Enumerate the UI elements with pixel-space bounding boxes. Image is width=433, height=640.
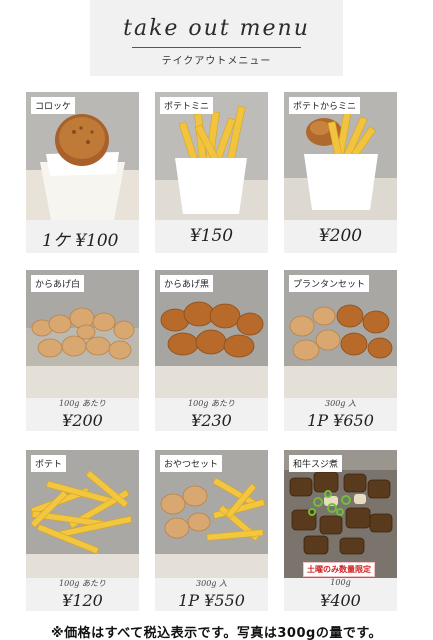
item-label: プランタンセット — [289, 275, 370, 292]
menu-title-kana: テイクアウトメニュー — [161, 56, 272, 67]
item-price: ¥200 — [318, 226, 363, 246]
title-underline — [132, 47, 301, 48]
item-price: ¥120 — [62, 591, 103, 610]
menu-title-script: take out menu — [123, 16, 310, 41]
item-label: ポテトからミニ — [289, 97, 361, 114]
item-note: 100g あたり — [59, 399, 106, 408]
item-note: 100g — [330, 578, 351, 587]
menu-card-oyatsu-set[interactable]: おやつセット 300g 入 1P ¥550 — [155, 450, 268, 611]
menu-header: take out menu テイクアウトメニュー — [90, 0, 343, 76]
menu-card-wagyu-suji[interactable]: 和牛スジ煮 土曜のみ数量限定 100g ¥400 — [284, 450, 397, 611]
menu-card-potato[interactable]: ポテト 100g あたり ¥120 — [26, 450, 139, 611]
tax-photo-disclaimer: ※価格はすべて税込表示です。写真は300gの量です。 — [50, 626, 383, 640]
item-note: 100g あたり — [59, 579, 106, 588]
item-label: コロッケ — [31, 97, 76, 114]
limited-badge: 土曜のみ数量限定 — [303, 562, 375, 577]
item-price: 1P ¥650 — [307, 411, 374, 430]
item-label: おやつセット — [160, 455, 223, 472]
menu-card-croquette[interactable]: コロッケ 1ケ ¥100 — [26, 92, 139, 253]
item-price: 1P ¥550 — [178, 591, 245, 610]
item-price: ¥150 — [189, 226, 234, 246]
item-label: ポテトミニ — [160, 97, 214, 114]
menu-card-potato-karaage-mini[interactable]: ポテトからミニ ¥200 — [284, 92, 397, 253]
item-label: からあげ白 — [31, 275, 85, 292]
item-label: 和牛スジ煮 — [289, 455, 343, 472]
menu-card-karaage-black[interactable]: からあげ黒 100g あたり ¥230 — [155, 270, 268, 431]
item-note: 100g あたり — [188, 399, 235, 408]
item-price: ¥400 — [320, 591, 361, 610]
item-note: 300g 入 — [196, 579, 227, 588]
menu-card-potato-mini[interactable]: ポテトミニ ¥150 — [155, 92, 268, 253]
menu-card-printemps-set[interactable]: プランタンセット 300g 入 1P ¥650 — [284, 270, 397, 431]
item-price: ¥230 — [191, 411, 232, 430]
item-price: ¥200 — [62, 411, 103, 430]
menu-card-karaage-white[interactable]: からあげ白 100g あたり ¥200 — [26, 270, 139, 431]
item-label: からあげ黒 — [160, 275, 214, 292]
item-price: 1ケ ¥100 — [42, 231, 119, 251]
item-label: ポテト — [31, 455, 67, 472]
item-note: 300g 入 — [325, 399, 356, 408]
